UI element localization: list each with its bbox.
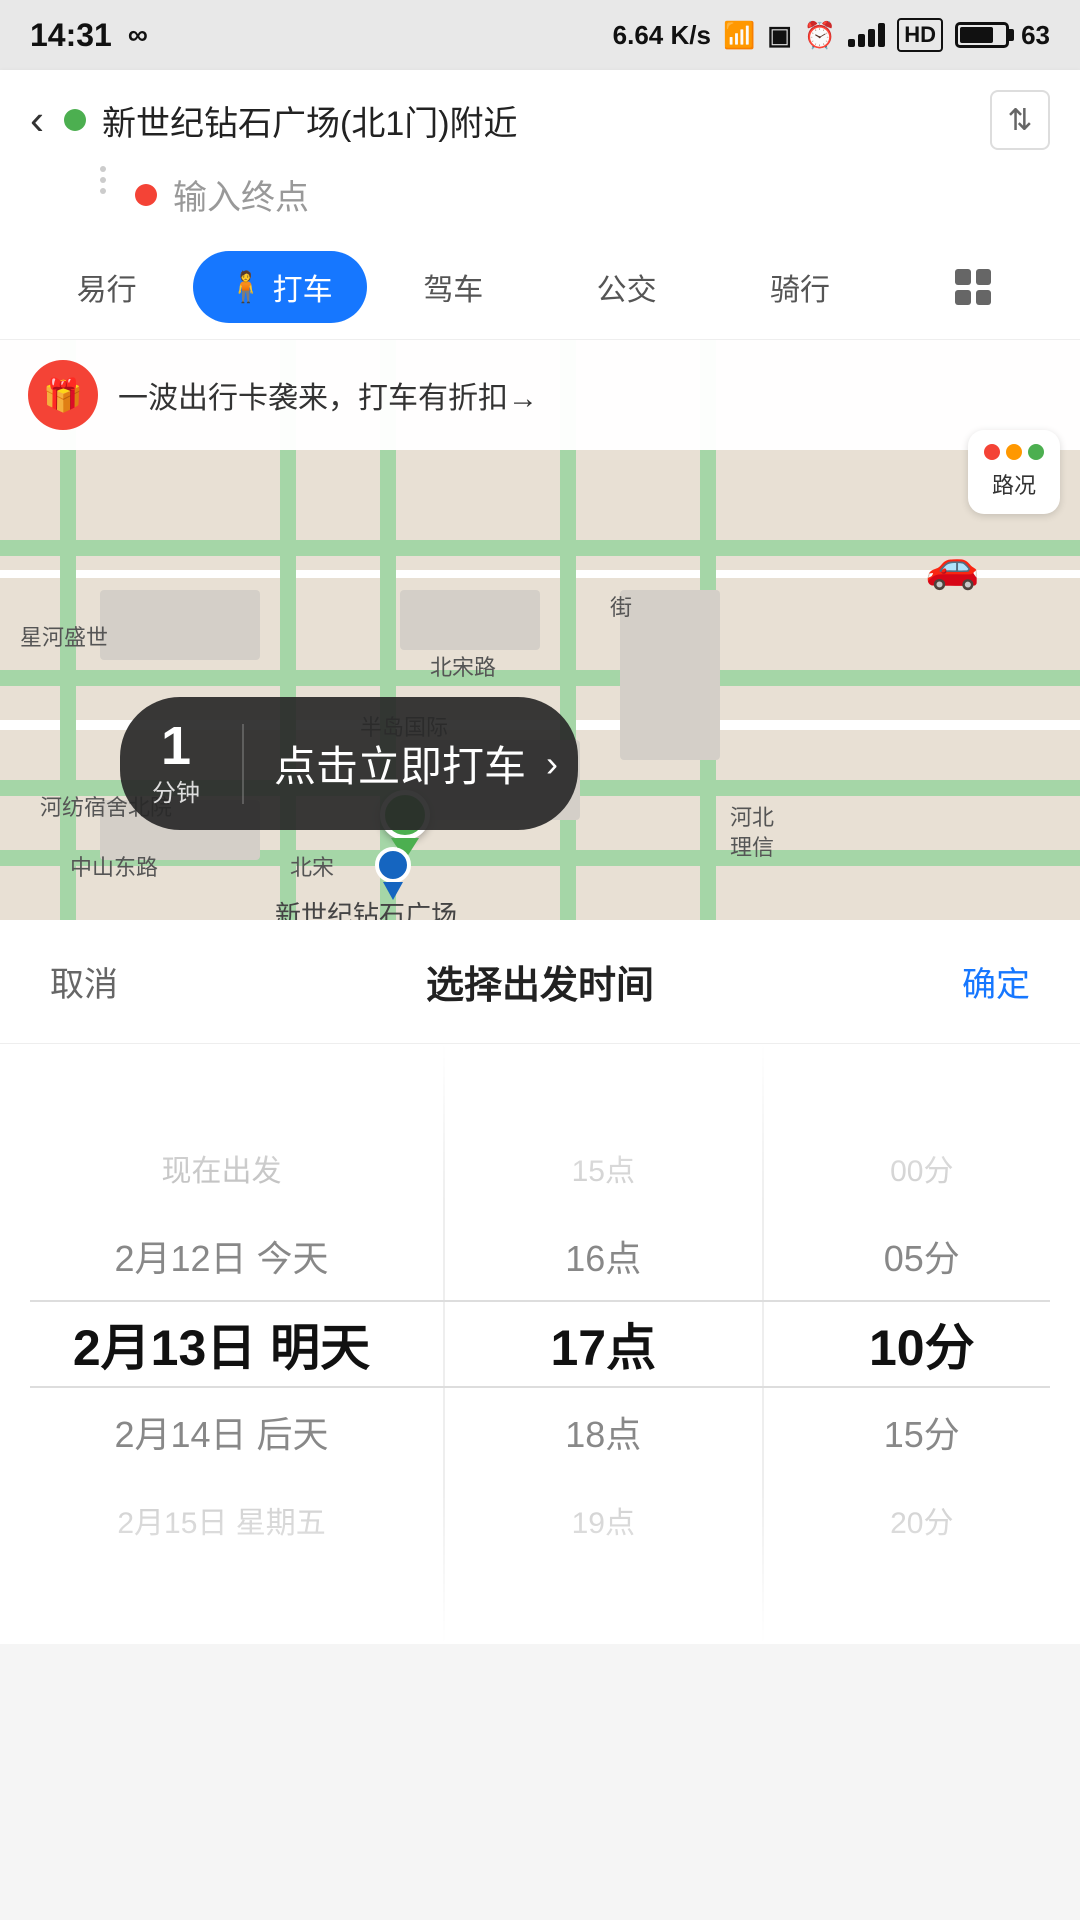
origin-dot	[64, 109, 86, 131]
picker-hour-selected[interactable]: 17点	[445, 1300, 761, 1388]
confirm-button[interactable]: 确定	[962, 957, 1030, 1006]
picker-date-item[interactable]: 现在出发	[0, 1124, 443, 1212]
tab-jiache[interactable]: 驾车	[367, 251, 540, 323]
destination-input[interactable]: 输入终点	[173, 170, 309, 219]
sim-icon: ▣	[767, 20, 792, 51]
clock-icon: ⏰	[804, 20, 836, 51]
tab-qixing[interactable]: 骑行	[713, 251, 886, 323]
location-pin-blue	[375, 847, 411, 900]
picker-title: 选择出发时间	[426, 954, 654, 1009]
infinity-icon: ∞	[128, 19, 148, 51]
bubble-divider	[242, 724, 244, 804]
time-picker-header: 取消 选择出发时间 确定	[0, 920, 1080, 1044]
tab-gongjiao[interactable]: 公交	[540, 251, 713, 323]
promo-gift-icon: 🎁	[28, 360, 98, 430]
picker-date-selected[interactable]: 2月13日 明天	[0, 1300, 443, 1388]
cancel-button[interactable]: 取消	[50, 957, 118, 1006]
grid-icon	[955, 269, 991, 305]
transport-tabs: 易行 🧍 打车 驾车 公交 骑行	[0, 235, 1080, 340]
promo-banner[interactable]: 🎁 一波出行卡袭来，打车有折扣→	[0, 340, 1080, 450]
picker-hour-item[interactable]: 18点	[445, 1388, 761, 1476]
map-label-xinghe: 星河盛世	[20, 620, 108, 652]
picker-minute-item[interactable]: 15分	[764, 1388, 1080, 1476]
picker-minute-selected[interactable]: 10分	[764, 1300, 1080, 1388]
person-icon: 🧍	[227, 270, 264, 305]
promo-text: 一波出行卡袭来，打车有折扣→	[118, 373, 538, 417]
destination-dot	[135, 184, 157, 206]
picker-columns-wrapper: 现在出发 2月12日 今天 2月13日 明天 2月14日 后天 2月15日 星期…	[0, 1044, 1080, 1644]
car-icon: 🚗	[925, 540, 980, 592]
swap-button[interactable]: ⇅	[990, 90, 1050, 150]
battery-percent: 63	[1021, 20, 1050, 51]
wifi-icon: 📶	[723, 20, 755, 51]
picker-minute-item[interactable]: 00分	[764, 1124, 1080, 1212]
route-connector	[101, 166, 105, 194]
taxi-arrow-icon: ›	[546, 743, 558, 785]
map-label-lixin: 理信	[730, 830, 774, 862]
origin-text[interactable]: 新世纪钻石广场(北1门)附近	[102, 96, 518, 145]
swap-icon: ⇅	[1007, 103, 1032, 138]
destination-row: 输入终点	[135, 170, 1050, 219]
back-button[interactable]: ‹	[30, 99, 44, 141]
taxi-cta-text[interactable]: 点击立即打车	[254, 733, 546, 794]
picker-minute-item[interactable]: 05分	[764, 1212, 1080, 1300]
map-label-xinshiji: 新世纪钻石广场	[275, 895, 457, 920]
picker-hour-item[interactable]: 16点	[445, 1212, 761, 1300]
origin-input-row: 新世纪钻石广场(北1门)附近	[64, 96, 970, 145]
map-label-jie: 街	[610, 590, 632, 622]
status-bar: 14:31 ∞ 6.64 K/s 📶 ▣ ⏰ HD 63	[0, 0, 1080, 70]
picker-date-item[interactable]: 2月12日 今天	[0, 1212, 443, 1300]
map-label-beisonglu: 北宋路	[430, 650, 496, 682]
map-area: 星河盛世 北宋路 半岛国际 河纺宿舍北院 中山东路 北宋 新世纪钻石广场 河北 …	[0, 340, 1080, 920]
hd-badge: HD	[897, 18, 943, 52]
picker-minute-item[interactable]: 20分	[764, 1476, 1080, 1564]
network-speed: 6.64 K/s	[613, 20, 711, 51]
map-label-zhongshan: 中山东路	[70, 850, 158, 882]
picker-hour-item[interactable]: 15点	[445, 1124, 761, 1212]
time-picker-section: 取消 选择出发时间 确定 现在出发 2月12日 今天 2月13日 明天 2月14…	[0, 920, 1080, 1644]
tab-yixing[interactable]: 易行	[20, 251, 193, 323]
tab-more[interactable]	[887, 255, 1060, 319]
picker-minute-column[interactable]: 00分 05分 10分 15分 20分	[764, 1044, 1080, 1644]
picker-date-item[interactable]: 2月15日 星期五	[0, 1476, 443, 1564]
nav-header: ‹ 新世纪钻石广场(北1门)附近 ⇅ 输入终点	[0, 70, 1080, 235]
battery-indicator	[955, 22, 1009, 48]
map-label-hebei: 河北	[730, 800, 774, 832]
picker-date-item[interactable]: 2月14日 后天	[0, 1388, 443, 1476]
map-label-beisong: 北宋	[290, 850, 334, 882]
traffic-label: 路况	[992, 468, 1036, 500]
traffic-lights-icon	[984, 444, 1044, 460]
taxi-call-bubble[interactable]: 1 分钟 点击立即打车 ›	[120, 697, 578, 830]
tab-dache[interactable]: 🧍 打车	[193, 251, 366, 323]
picker-date-column[interactable]: 现在出发 2月12日 今天 2月13日 明天 2月14日 后天 2月15日 星期…	[0, 1044, 443, 1644]
traffic-button[interactable]: 路况	[968, 430, 1060, 514]
taxi-arrival-time: 1 分钟	[120, 697, 232, 830]
picker-hour-column[interactable]: 15点 16点 17点 18点 19点	[445, 1044, 761, 1644]
picker-hour-item[interactable]: 19点	[445, 1476, 761, 1564]
status-time: 14:31	[30, 17, 112, 54]
signal-icon	[848, 23, 885, 47]
